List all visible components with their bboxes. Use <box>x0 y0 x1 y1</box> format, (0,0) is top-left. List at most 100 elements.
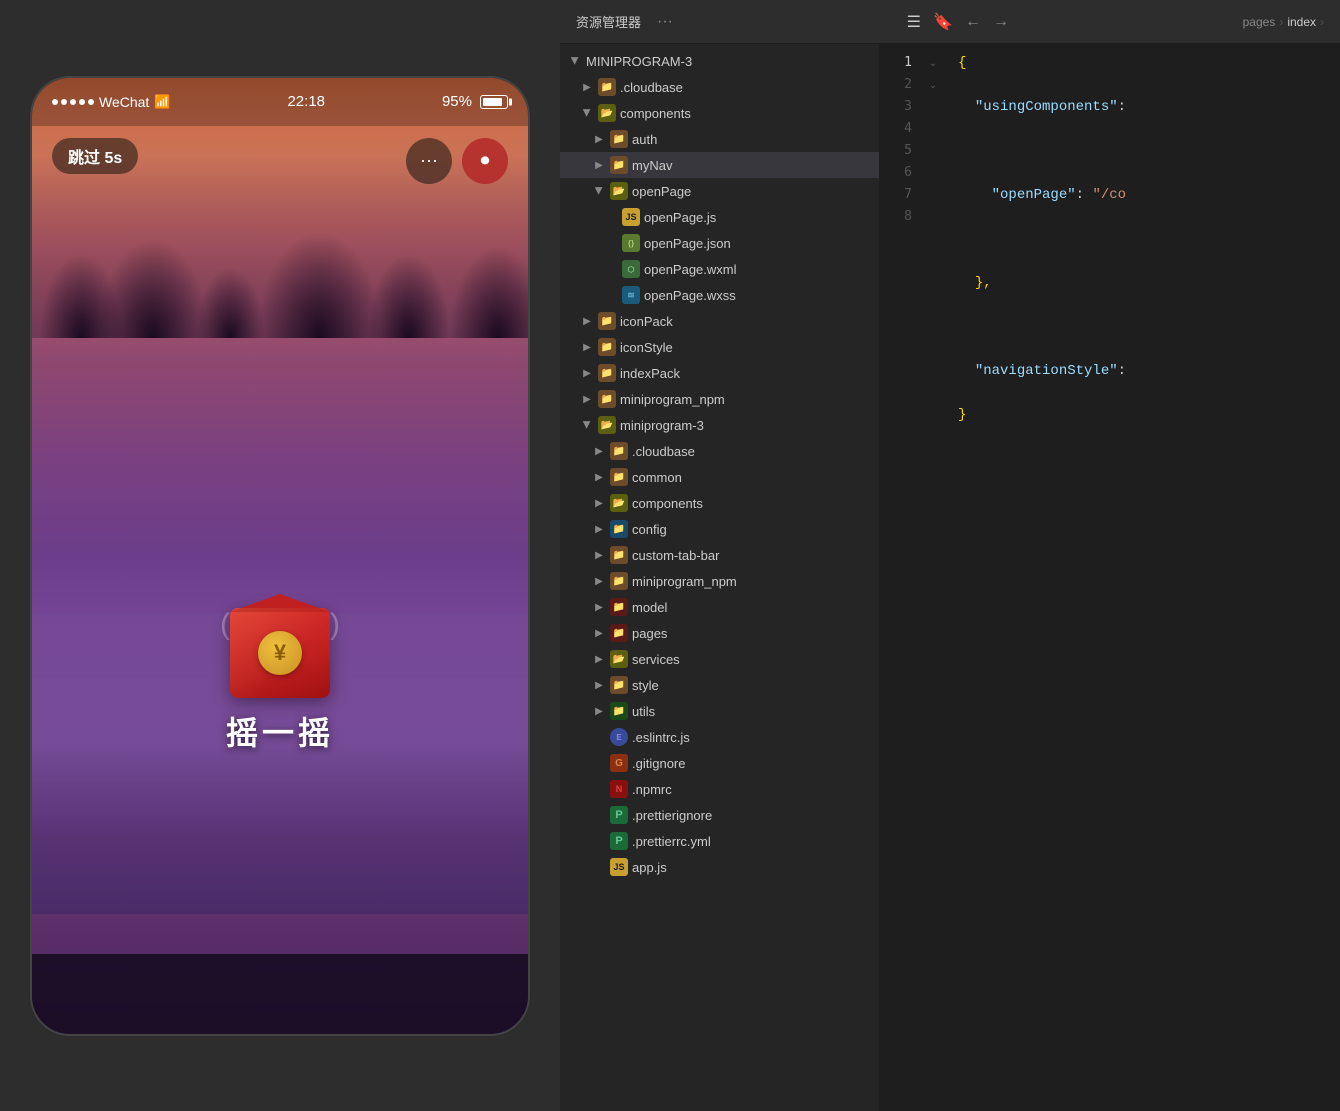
label-components1: components <box>620 106 691 121</box>
folder-icon-openPage: 📂 <box>610 182 628 200</box>
skip-button[interactable]: 跳过 5s <box>52 138 138 174</box>
tree-item-pages[interactable]: ▶ 📁 pages <box>560 620 879 646</box>
line-num-5: 5 <box>880 140 912 162</box>
back-icon[interactable]: ← <box>965 13 981 31</box>
code-line-5 <box>958 228 1324 250</box>
code-line-6: }, <box>958 272 1324 294</box>
folder-icon-utils: 📁 <box>610 702 628 720</box>
tree-item-iconPack[interactable]: ▶ 📁 iconPack <box>560 308 879 334</box>
tree-item-miniprogram-npm1[interactable]: ▶ 📁 miniprogram_npm <box>560 386 879 412</box>
label-gitignore: .gitignore <box>632 756 685 771</box>
battery-pct: 95% <box>442 93 472 110</box>
fold-icon-1[interactable]: ⌄ <box>924 52 942 74</box>
git-icon: G <box>610 754 628 772</box>
folder-icon-cloudbase2: 📁 <box>610 442 628 460</box>
tree-item-openPage[interactable]: ▶ 📂 openPage <box>560 178 879 204</box>
folder-icon-miniprogram3: 📂 <box>598 416 616 434</box>
tree-item-custom-tab-bar[interactable]: ▶ 📁 custom-tab-bar <box>560 542 879 568</box>
list-view-icon[interactable]: ☰ <box>907 12 921 32</box>
tree-item-iconStyle[interactable]: ▶ 📁 iconStyle <box>560 334 879 360</box>
arrow-myNav: ▶ <box>592 158 606 172</box>
folder-icon-miniprogram-npm2: 📁 <box>610 572 628 590</box>
label-config: config <box>632 522 667 537</box>
record-button[interactable]: ⏺ <box>462 138 508 184</box>
tree-item-prettierignore[interactable]: ▶ P .prettierignore <box>560 802 879 828</box>
folder-icon-common: 📁 <box>610 468 628 486</box>
tree-item-common[interactable]: ▶ 📁 common <box>560 464 879 490</box>
label-prettierignore: .prettierignore <box>632 808 712 823</box>
file-tree: ▶ MINIPROGRAM-3 ▶ 📁 .cloudbase ▶ 📂 compo… <box>560 44 880 1111</box>
code-line-4: "openPage": "/co <box>958 184 1324 206</box>
tree-item-utils[interactable]: ▶ 📁 utils <box>560 698 879 724</box>
breadcrumb-index: index <box>1287 15 1316 29</box>
tree-item-openPage-wxss[interactable]: ▶ ≋ openPage.wxss <box>560 282 879 308</box>
tree-item-gitignore[interactable]: ▶ G .gitignore <box>560 750 879 776</box>
label-openPage-wxml: openPage.wxml <box>644 262 737 277</box>
arrow-style: ▶ <box>592 678 606 692</box>
label-prettierrc: .prettierrc.yml <box>632 834 711 849</box>
tree-item-myNav[interactable]: ▶ 📁 myNav <box>560 152 879 178</box>
folder-icon-indexPack: 📁 <box>598 364 616 382</box>
tree-item-miniprogram-npm2[interactable]: ▶ 📁 miniprogram_npm <box>560 568 879 594</box>
label-iconStyle: iconStyle <box>620 340 673 355</box>
tree-item-components1[interactable]: ▶ 📂 components <box>560 100 879 126</box>
wxss-icon: ≋ <box>622 286 640 304</box>
arrow-pages: ▶ <box>592 626 606 640</box>
shake-area[interactable]: ( ¥ ) 摇一摇 <box>220 608 340 754</box>
label-miniprogram-npm2: miniprogram_npm <box>632 574 737 589</box>
label-custom-tab-bar: custom-tab-bar <box>632 548 719 563</box>
tree-item-prettierrc[interactable]: ▶ P .prettierrc.yml <box>560 828 879 854</box>
folder-icon-custom-tab-bar: 📁 <box>610 546 628 564</box>
phone-statusbar: WeChat 📶 22:18 95% <box>32 78 528 126</box>
tree-item-eslintrc[interactable]: ▶ E .eslintrc.js <box>560 724 879 750</box>
more-button[interactable]: ··· <box>406 138 452 184</box>
folder-icon-miniprogram-npm1: 📁 <box>598 390 616 408</box>
phone-frame: WeChat 📶 22:18 95% 跳过 5s ··· ⏺ <box>30 76 530 1036</box>
folder-icon-iconPack: 📁 <box>598 312 616 330</box>
tree-item-services[interactable]: ▶ 📂 services <box>560 646 879 672</box>
tree-item-cloudbase1[interactable]: ▶ 📁 .cloudbase <box>560 74 879 100</box>
tree-item-model[interactable]: ▶ 📁 model <box>560 594 879 620</box>
label-components2: components <box>632 496 703 511</box>
fold-icon-2[interactable]: ⌄ <box>924 74 942 96</box>
label-utils: utils <box>632 704 655 719</box>
ide-main: ▶ MINIPROGRAM-3 ▶ 📁 .cloudbase ▶ 📂 compo… <box>560 44 1340 1111</box>
forward-icon[interactable]: → <box>993 13 1009 31</box>
statusbar-right: 95% <box>442 93 508 110</box>
tree-item-appjs[interactable]: ▶ JS app.js <box>560 854 879 880</box>
tree-item-npmrc[interactable]: ▶ N .npmrc <box>560 776 879 802</box>
label-openPage: openPage <box>632 184 691 199</box>
more-icon: ··· <box>420 150 438 171</box>
label-appjs: app.js <box>632 860 667 875</box>
label-openPage-wxss: openPage.wxss <box>644 288 736 303</box>
bookmark-icon[interactable]: 🔖 <box>933 12 953 32</box>
tree-item-cloudbase2[interactable]: ▶ 📁 .cloudbase <box>560 438 879 464</box>
breadcrumb: pages › index › <box>1243 15 1324 29</box>
tree-item-miniprogram3[interactable]: ▶ 📂 miniprogram-3 <box>560 412 879 438</box>
label-cloudbase1: .cloudbase <box>620 80 683 95</box>
tree-item-openPage-json[interactable]: ▶ {} openPage.json <box>560 230 879 256</box>
label-pages: pages <box>632 626 667 641</box>
arrow-iconPack: ▶ <box>580 314 594 328</box>
tree-root[interactable]: ▶ MINIPROGRAM-3 <box>560 48 879 74</box>
tree-item-openPage-js[interactable]: ▶ JS openPage.js <box>560 204 879 230</box>
tree-item-auth[interactable]: ▶ 📁 auth <box>560 126 879 152</box>
tree-item-style[interactable]: ▶ 📁 style <box>560 672 879 698</box>
arrow-cloudbase2: ▶ <box>592 444 606 458</box>
ide-panel: 资源管理器 ··· ☰ 🔖 ← → pages › index › ▶ MINI… <box>560 0 1340 1111</box>
tree-item-components2[interactable]: ▶ 📂 components <box>560 490 879 516</box>
breadcrumb-sep2: › <box>1320 15 1324 29</box>
npm-icon: N <box>610 780 628 798</box>
code-line-9: } <box>958 404 1324 426</box>
more-options-icon[interactable]: ··· <box>657 13 673 31</box>
label-openPage-js: openPage.js <box>644 210 716 225</box>
tree-item-config[interactable]: ▶ 📁 config <box>560 516 879 542</box>
arrow-indexPack: ▶ <box>580 366 594 380</box>
tree-item-indexPack[interactable]: ▶ 📁 indexPack <box>560 360 879 386</box>
tree-item-openPage-wxml[interactable]: ▶ ⬡ openPage.wxml <box>560 256 879 282</box>
line-num-1: 1 <box>880 52 912 74</box>
code-content[interactable]: { "usingComponents": "openPage": "/co },… <box>942 44 1340 1111</box>
code-line-8: "navigationStyle": <box>958 360 1324 382</box>
breadcrumb-pages: pages <box>1243 15 1276 29</box>
arrow-common: ▶ <box>592 470 606 484</box>
